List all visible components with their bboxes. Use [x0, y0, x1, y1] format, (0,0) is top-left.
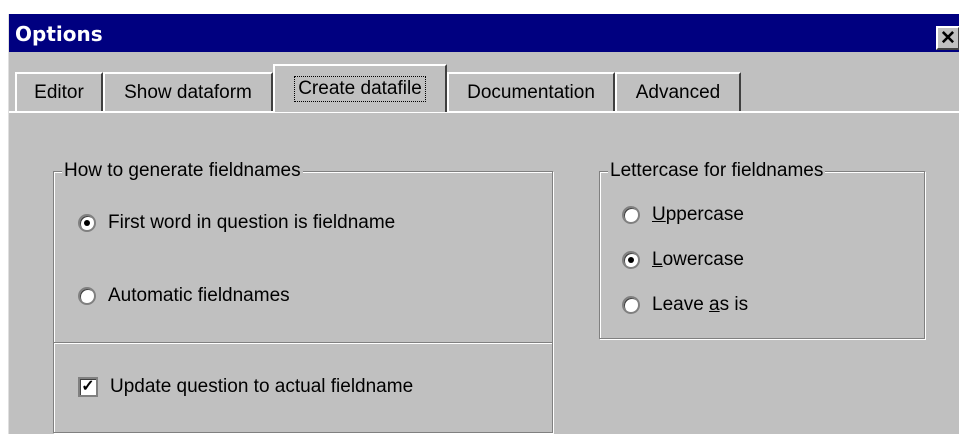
radio-button[interactable] [622, 206, 640, 224]
radio-uppercase[interactable]: Uppercase [622, 204, 744, 226]
tab-label: Create datafile [294, 76, 426, 102]
radio-label: Leave as is [652, 294, 749, 315]
tab-label: Advanced [635, 81, 721, 103]
checkmark-icon: ✓ [81, 378, 95, 395]
radio-label: Uppercase [652, 204, 744, 225]
radio-label: Automatic fieldnames [108, 285, 290, 306]
lettercase-group-legend: Lettercase for fieldnames [608, 160, 826, 182]
tab-panel-create-datafile: How to generate fieldnames First word in… [9, 111, 959, 434]
radio-first-word[interactable]: First word in question is fieldname [78, 212, 395, 234]
checkbox-checked[interactable]: ✓ [78, 377, 98, 397]
accelerator-key: a [709, 294, 720, 315]
tab-label: Documentation [467, 81, 595, 103]
tab-show-dataform[interactable]: Show dataform [103, 72, 273, 111]
radio-button[interactable] [78, 287, 96, 305]
tab-label: Editor [34, 81, 84, 103]
tab-advanced[interactable]: Advanced [615, 72, 741, 111]
radio-button-selected[interactable] [78, 214, 96, 232]
checkbox-update-question[interactable]: ✓ Update question to actual fieldname [78, 376, 413, 398]
dialog-title: Options [15, 22, 103, 46]
tab-label: Show dataform [124, 81, 252, 103]
lettercase-group: Lettercase for fieldnames Uppercase Lowe… [599, 160, 925, 339]
radio-automatic[interactable]: Automatic fieldnames [78, 285, 290, 307]
radio-button[interactable] [622, 296, 640, 314]
group-divider [54, 342, 552, 344]
fieldnames-group-legend: How to generate fieldnames [62, 160, 303, 182]
radio-label: Lowercase [652, 249, 744, 270]
close-icon: ✕ [940, 27, 956, 49]
title-bar[interactable]: Options ✕ [9, 14, 959, 52]
fieldnames-group: How to generate fieldnames First word in… [53, 160, 553, 433]
tab-strip: Editor Show dataform Create datafile Doc… [9, 62, 959, 112]
accelerator-key: L [652, 249, 663, 270]
options-dialog: Options ✕ Editor Show dataform Create da… [8, 14, 959, 434]
tab-create-datafile[interactable]: Create datafile [273, 64, 447, 112]
close-button[interactable]: ✕ [936, 26, 959, 50]
tab-editor[interactable]: Editor [15, 72, 103, 111]
accelerator-key: U [652, 204, 666, 225]
checkbox-label: Update question to actual fieldname [110, 376, 414, 397]
radio-label: First word in question is fieldname [108, 212, 396, 233]
radio-leave-as-is[interactable]: Leave as is [622, 294, 748, 316]
tab-documentation[interactable]: Documentation [447, 72, 615, 111]
radio-lowercase[interactable]: Lowercase [622, 249, 744, 271]
radio-button-selected[interactable] [622, 251, 640, 269]
